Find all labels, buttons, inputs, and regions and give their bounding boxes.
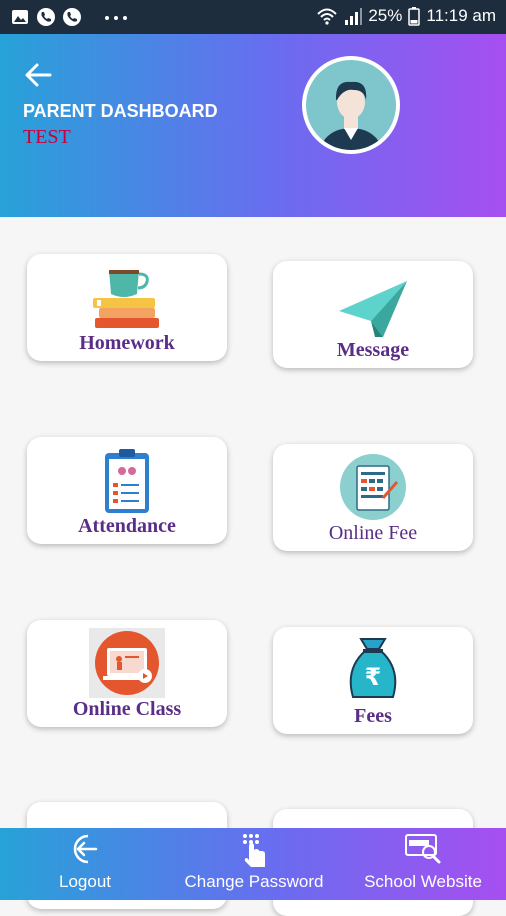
bottom-navigation: Logout Change Password School Website xyxy=(0,828,506,900)
message-card[interactable]: Message xyxy=(273,261,473,368)
battery-percent: 25% xyxy=(368,6,403,25)
back-arrow-icon[interactable] xyxy=(24,62,54,88)
logout-label: Logout xyxy=(59,872,111,891)
school-website-button[interactable]: School Website xyxy=(358,828,488,900)
change-password-label: Change Password xyxy=(184,872,324,891)
svg-text:₹: ₹ xyxy=(365,663,382,691)
wifi-icon xyxy=(317,8,338,25)
clipboard-icon xyxy=(105,449,149,513)
receipt-icon xyxy=(340,454,406,520)
dashboard-header: PARENT DASHBOARD TEST xyxy=(0,34,506,217)
online-class-card[interactable]: Online Class xyxy=(27,620,227,727)
page-title: PARENT DASHBOARD xyxy=(23,101,218,121)
fees-card[interactable]: ₹ Fees xyxy=(273,627,473,734)
logout-button[interactable]: Logout xyxy=(20,828,150,900)
image-icon xyxy=(12,10,28,24)
online-fee-label: Online Fee xyxy=(328,522,418,544)
website-search-icon xyxy=(405,834,441,864)
online-fee-card[interactable]: Online Fee xyxy=(273,444,473,551)
logout-icon xyxy=(73,834,98,864)
student-name: TEST xyxy=(23,126,71,148)
user-avatar-icon xyxy=(306,60,396,150)
battery-icon xyxy=(408,7,421,26)
clock: 11:19 am xyxy=(426,6,496,25)
online-class-icon xyxy=(89,628,165,698)
money-bag-icon: ₹ xyxy=(349,638,397,698)
signal-icon xyxy=(345,8,363,25)
fees-label: Fees xyxy=(354,705,392,727)
homework-label: Homework xyxy=(79,332,175,354)
phone-icon xyxy=(37,8,55,26)
touch-keypad-icon xyxy=(243,834,265,867)
more-dots-icon xyxy=(105,16,127,20)
phone-icon xyxy=(63,8,81,26)
school-website-label: School Website xyxy=(364,872,482,891)
homework-card[interactable]: Homework xyxy=(27,254,227,361)
online-class-label: Online Class xyxy=(72,698,182,720)
avatar[interactable] xyxy=(302,56,400,154)
homework-icon xyxy=(93,270,159,328)
change-password-button[interactable]: Change Password xyxy=(176,828,332,900)
status-bar: 25% 11:19 am xyxy=(0,0,506,34)
attendance-label: Attendance xyxy=(78,515,176,537)
attendance-card[interactable]: Attendance xyxy=(27,437,227,544)
message-label: Message xyxy=(336,339,410,361)
paper-plane-icon xyxy=(339,281,407,337)
